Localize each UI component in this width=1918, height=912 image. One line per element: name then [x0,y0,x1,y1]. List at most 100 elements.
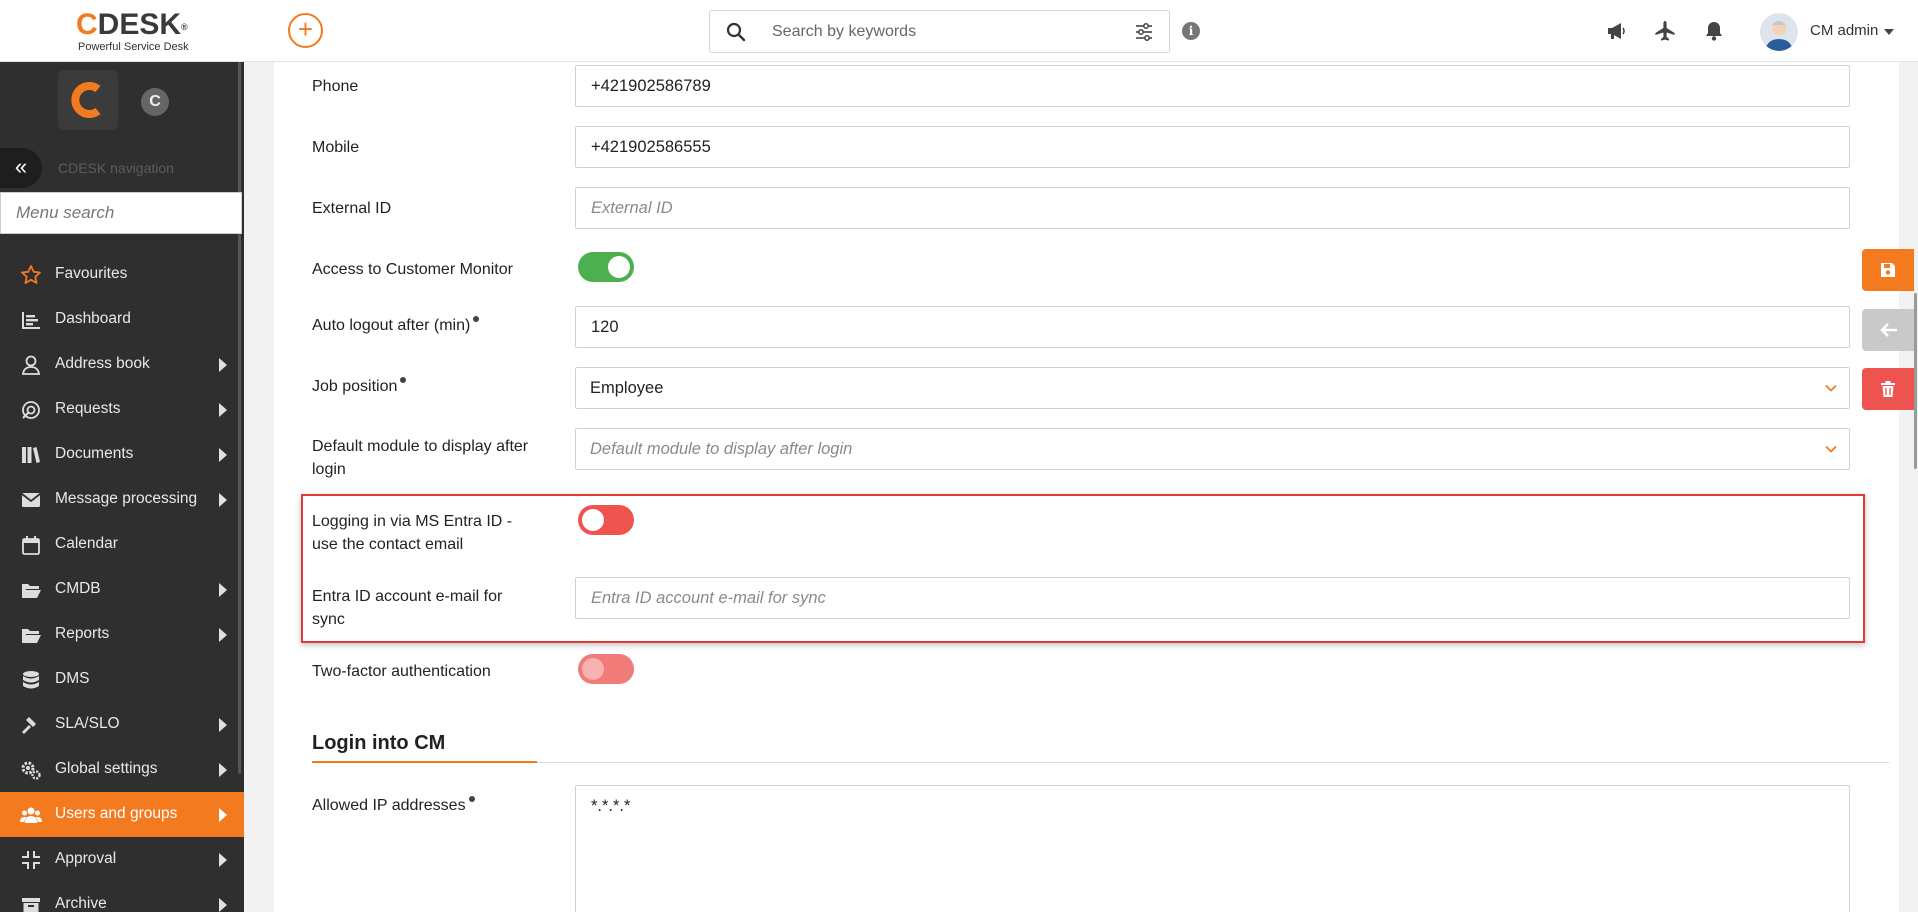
bell-icon[interactable] [1703,20,1725,42]
sidebar-menu: Favourites Dashboard Address book Reques… [0,252,244,912]
login-section-title: Login into CM [312,732,446,754]
submenu-arrow-icon [219,718,227,732]
save-icon [1881,263,1895,277]
dashboard-icon [22,312,40,329]
submenu-arrow-icon [219,583,227,597]
sidebar: C « CDESK navigation Favourites Dashboar… [0,62,244,912]
required-dot-icon [400,377,407,383]
person-icon [21,355,41,375]
hammer-icon [22,717,36,734]
folder-open-icon [22,584,41,598]
customer-monitor-toggle[interactable] [578,252,634,282]
sidebar-item-archive[interactable]: Archive [0,882,244,912]
chevron-down-icon [1825,384,1837,392]
top-bar: CDESK® Powerful Service Desk + i CM admi… [0,0,1918,62]
cdesk-app-icon[interactable] [58,70,118,130]
documents-icon [22,447,40,463]
sidebar-item-requests[interactable]: Requests [0,387,244,432]
delete-button[interactable] [1862,368,1914,410]
star-icon [21,265,41,284]
cdesk-logo[interactable]: CDESK® Powerful Service Desk [76,10,206,54]
submenu-arrow-icon [219,403,227,417]
submenu-arrow-icon [219,628,227,642]
sidebar-item-cmdb[interactable]: CMDB [0,567,244,612]
sidebar-item-dashboard[interactable]: Dashboard [0,297,244,342]
submenu-arrow-icon [219,493,227,507]
submenu-arrow-icon [219,763,227,777]
job-position-label: Job position [312,375,407,398]
database-icon [23,671,39,689]
section-divider [312,762,1889,763]
avatar[interactable] [1760,13,1798,51]
filter-sliders-icon[interactable] [1134,22,1154,42]
section-divider-accent [312,761,537,763]
allowed-ip-textarea[interactable]: *.*.*.* [575,785,1850,912]
sidebar-item-favourites[interactable]: Favourites [0,252,244,297]
main-content: Phone Mobile External ID Access to Custo… [244,62,1918,912]
chevron-down-icon [1825,445,1837,453]
auto-logout-label: Auto logout after (min) [312,314,480,337]
menu-search-input[interactable] [0,192,242,234]
main-scrollbar[interactable] [1914,293,1917,469]
global-search [709,10,1170,53]
user-form-panel: Phone Mobile External ID Access to Custo… [274,62,1899,912]
default-module-select[interactable]: Default module to display after login [575,428,1850,470]
submenu-arrow-icon [219,358,227,372]
secondary-app-badge[interactable]: C [141,88,169,116]
sidebar-item-reports[interactable]: Reports [0,612,244,657]
phone-field[interactable] [575,65,1850,107]
sidebar-item-address-book[interactable]: Address book [0,342,244,387]
sidebar-item-sla-slo[interactable]: SLA/SLO [0,702,244,747]
add-new-button[interactable]: + [288,13,323,48]
two-factor-toggle[interactable] [578,654,634,684]
airplane-icon[interactable] [1654,20,1676,42]
phone-label: Phone [312,78,359,95]
required-dot-icon [473,316,480,322]
default-module-label: Default module to display after login [312,438,529,478]
gears-icon [21,761,41,780]
megaphone-icon[interactable] [1605,20,1627,42]
external-id-field[interactable] [575,187,1850,229]
info-icon[interactable]: i [1182,22,1200,40]
allowed-ip-label: Allowed IP addresses [312,794,475,817]
envelope-icon [21,493,41,507]
collapse-sidebar-button[interactable]: « [0,148,42,188]
submenu-arrow-icon [219,898,227,912]
search-icon[interactable] [726,22,746,42]
requests-icon [22,401,40,419]
trash-icon [1881,381,1895,397]
mobile-label: Mobile [312,139,360,156]
sidebar-item-calendar[interactable]: Calendar [0,522,244,567]
sidebar-item-approval[interactable]: Approval [0,837,244,882]
user-menu-caret-icon[interactable] [1884,29,1894,35]
compress-icon [22,851,40,869]
submenu-arrow-icon [219,808,227,822]
submenu-arrow-icon [219,448,227,462]
save-button[interactable] [1862,249,1914,291]
customer-monitor-label: Access to Customer Monitor [312,261,513,278]
submenu-arrow-icon [219,853,227,867]
sidebar-item-dms[interactable]: DMS [0,657,244,702]
logo-tagline: Powerful Service Desk [78,41,189,53]
user-avatar-icon [1765,21,1793,51]
back-button[interactable] [1862,309,1914,351]
required-dot-icon [468,796,475,802]
mobile-field[interactable] [575,126,1850,168]
search-input[interactable] [772,21,1122,43]
auto-logout-field[interactable] [575,306,1850,348]
sidebar-item-message-processing[interactable]: Message processing [0,477,244,522]
sidebar-item-users-and-groups[interactable]: Users and groups [0,792,244,837]
folder-open-icon [22,629,41,643]
sidebar-item-documents[interactable]: Documents [0,432,244,477]
archive-icon [22,898,40,912]
user-name[interactable]: CM admin [1810,22,1878,39]
entra-highlight-box [301,494,1865,643]
users-icon [20,807,42,823]
job-position-select[interactable]: Employee [575,367,1850,409]
external-id-label: External ID [312,200,392,217]
calendar-icon [22,536,40,555]
two-factor-label: Two-factor authentication [312,663,491,680]
sidebar-item-global-settings[interactable]: Global settings [0,747,244,792]
nav-label: CDESK navigation [58,160,174,176]
arrow-left-icon [1880,323,1897,337]
